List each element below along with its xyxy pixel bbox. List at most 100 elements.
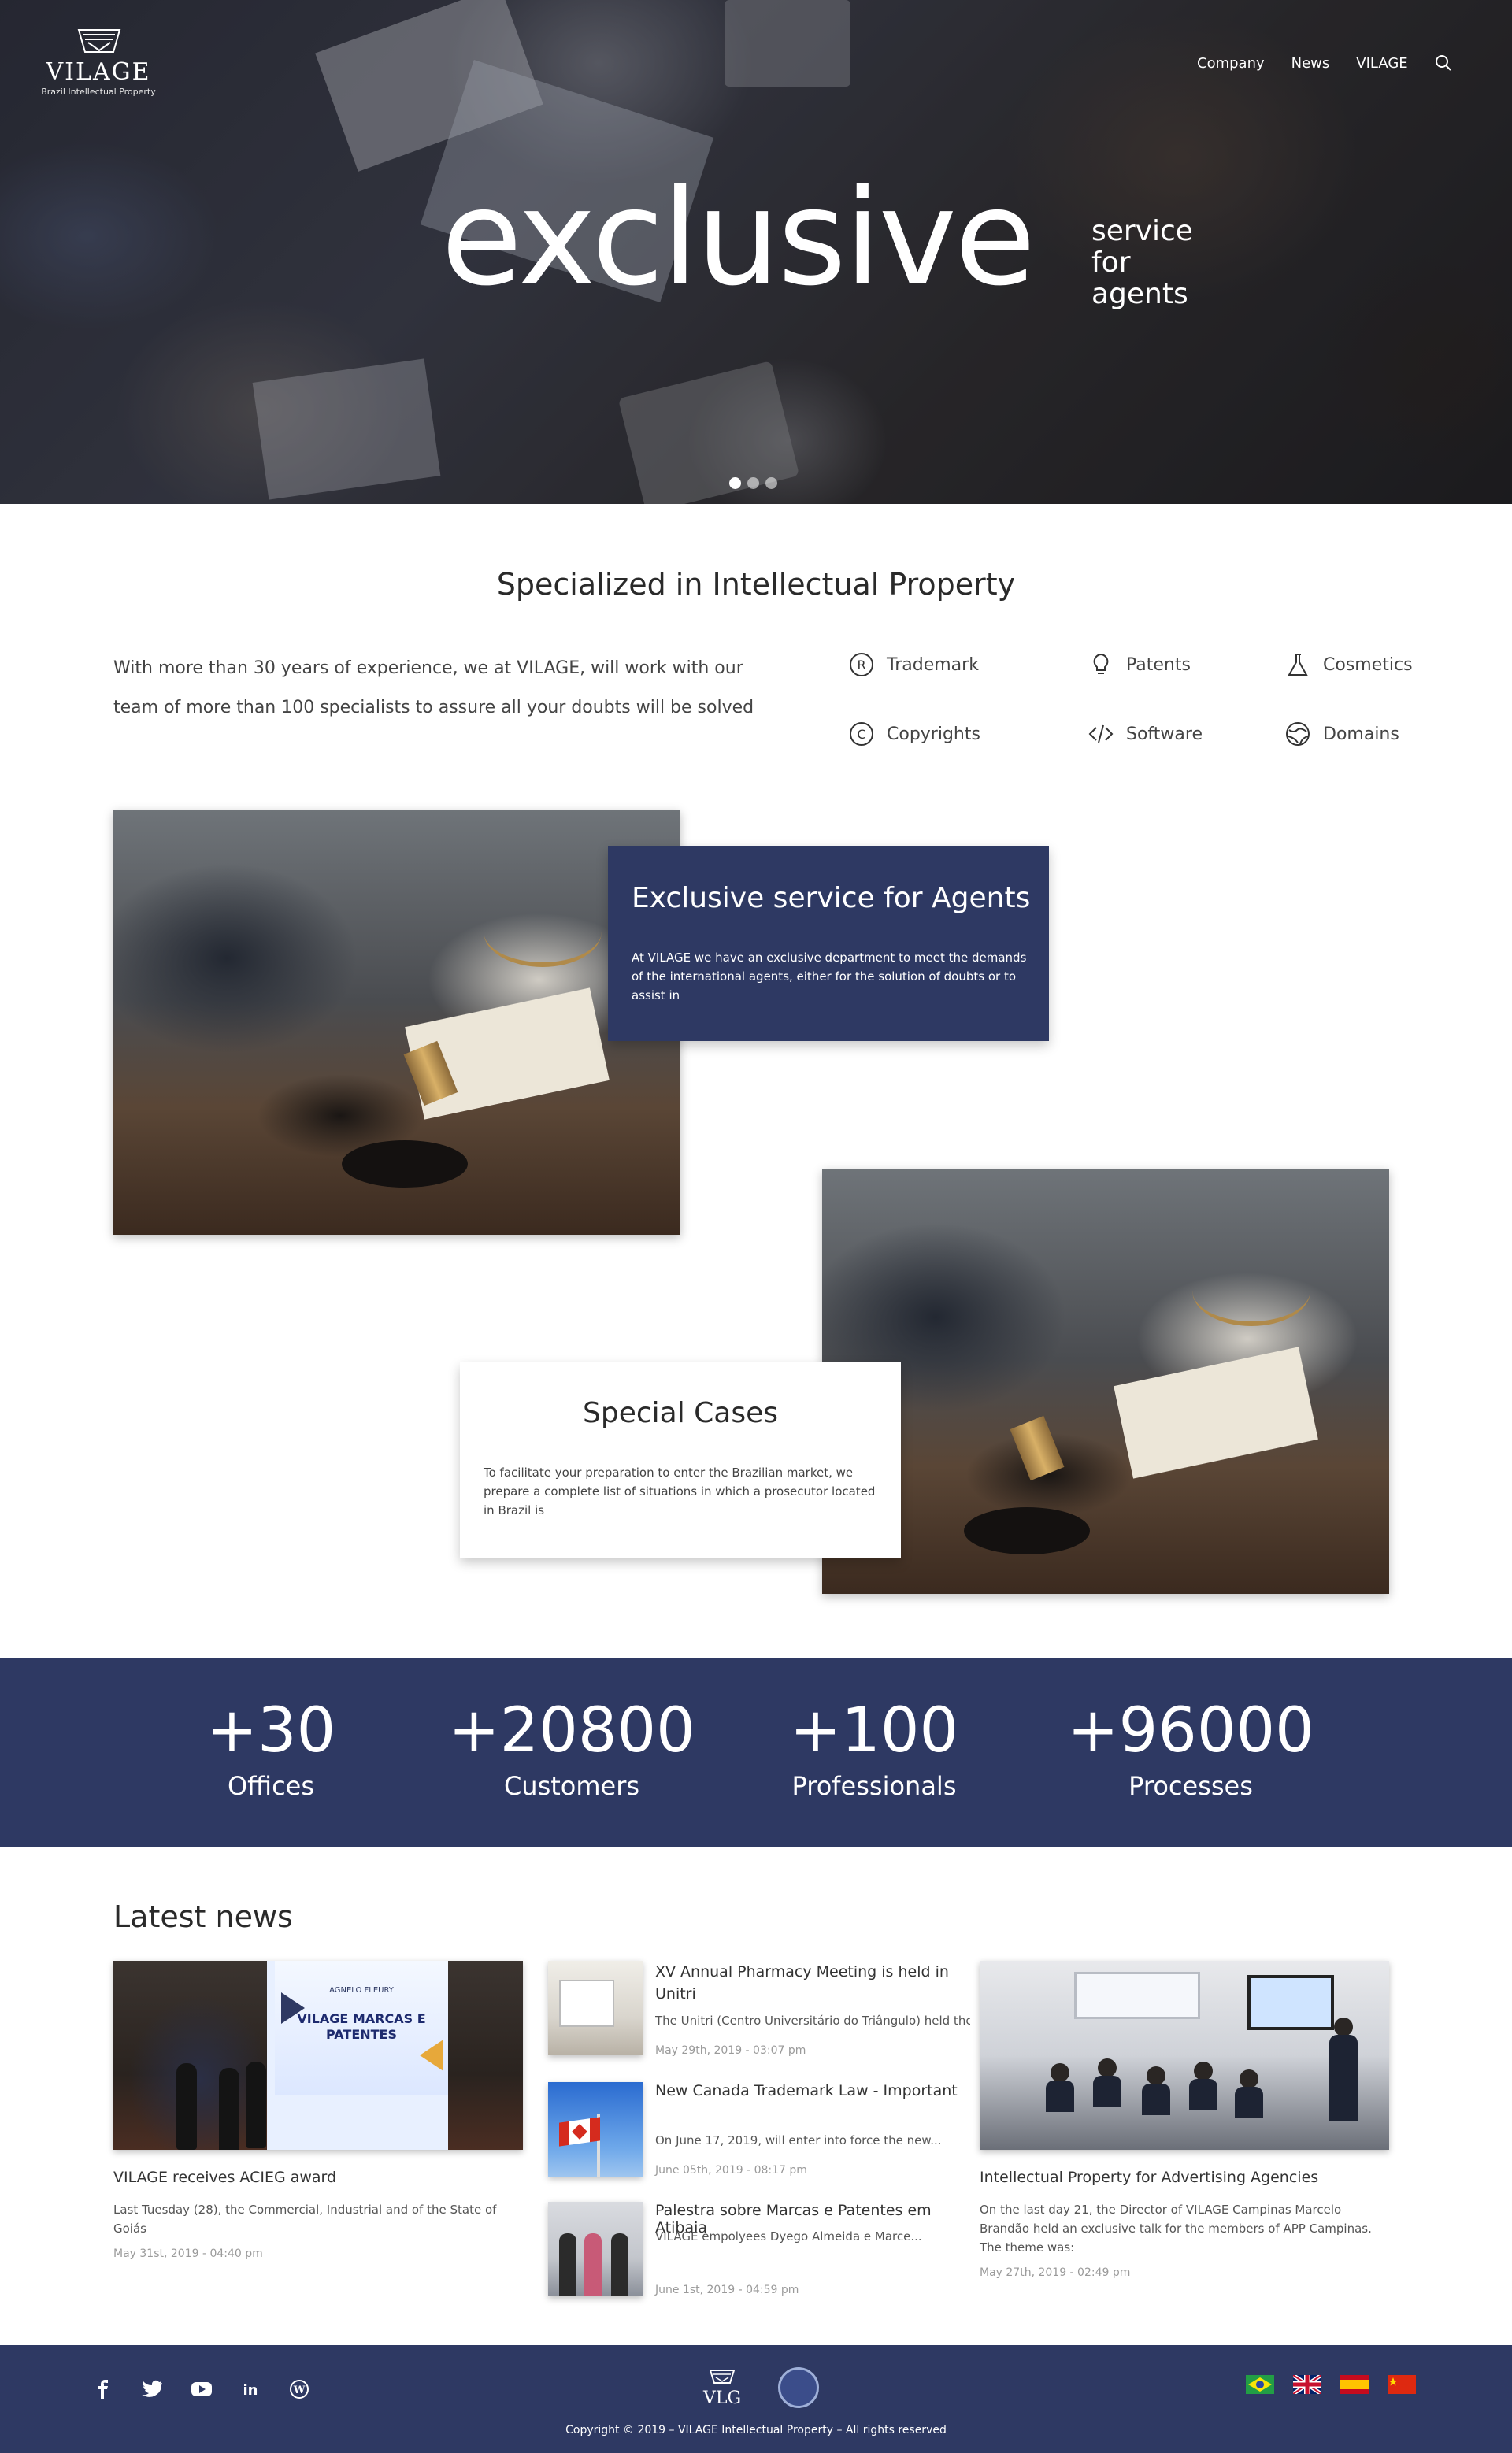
screen-decoration (420, 2040, 443, 2071)
person-silhouette (176, 2063, 197, 2150)
facebook-icon[interactable] (88, 2373, 120, 2405)
copyright-icon: C (847, 720, 876, 748)
news-date-canada: June 05th, 2019 - 08:17 pm (655, 2164, 807, 2177)
globe-icon (1284, 720, 1312, 748)
footer-logo-icon[interactable]: VLG (691, 2369, 753, 2408)
news-date-agencies: May 27th, 2019 - 02:49 pm (980, 2266, 1131, 2279)
code-icon (1087, 720, 1115, 748)
twitter-icon[interactable] (137, 2373, 169, 2405)
specialized-title: Specialized in Intellectual Property (496, 567, 1016, 602)
nav-vilage[interactable]: VILAGE (1356, 55, 1407, 72)
stat-label: Customers (503, 1771, 640, 1801)
service-label: Patents (1126, 654, 1191, 675)
news-thumb-canada[interactable] (548, 2082, 643, 2177)
site-footer: in W VLG Copyright © 2019 – VILAGE Intel… (0, 2345, 1512, 2453)
slider-dots (729, 477, 784, 489)
audience-body (1046, 2081, 1074, 2112)
logo-mark-icon (77, 29, 121, 53)
service-patents[interactable]: Patents (1087, 650, 1191, 679)
news-caption-agencies[interactable]: Intellectual Property for Advertising Ag… (980, 2169, 1389, 2186)
spain-flag-icon[interactable] (1340, 2375, 1369, 2394)
service-label: Copyrights (887, 724, 980, 744)
stats-banner: +30 Offices +20800 Customers +100 Profes… (0, 1658, 1512, 1847)
news-thumb-pharmacy[interactable] (548, 1961, 643, 2055)
youtube-icon[interactable] (186, 2373, 217, 2405)
news-thumb-palestra[interactable] (548, 2202, 643, 2296)
nav-company[interactable]: Company (1197, 55, 1265, 72)
service-software[interactable]: Software (1087, 720, 1203, 748)
thumb-slide (559, 1980, 614, 2027)
stat-professionals: +100 Professionals (740, 1693, 1008, 1802)
stat-value: +20800 (448, 1695, 695, 1766)
presenter-body (1329, 2035, 1358, 2121)
svg-text:C: C (857, 727, 865, 742)
audience-body (1093, 2076, 1121, 2107)
scale-of-justice (484, 896, 602, 967)
search-icon[interactable] (1435, 54, 1452, 72)
hero-subheadline-line: service (1091, 215, 1193, 247)
hero-banner: VILAGE Brazil Intellectual Property Comp… (0, 0, 1512, 504)
audience-body (1142, 2084, 1170, 2115)
audience-head (1194, 2062, 1213, 2081)
brazil-flag-icon[interactable] (1246, 2375, 1274, 2394)
uk-flag-icon[interactable] (1293, 2375, 1321, 2394)
service-cosmetics[interactable]: Cosmetics (1284, 650, 1413, 679)
stat-value: +30 (206, 1695, 336, 1766)
slider-dot[interactable] (765, 477, 777, 489)
special-cases-card-text: To facilitate your preparation to enter … (484, 1466, 876, 1517)
china-flag-icon[interactable] (1388, 2375, 1416, 2394)
linkedin-icon[interactable]: in (235, 2373, 266, 2405)
specialized-text: With more than 30 years of experience, w… (113, 658, 754, 717)
svg-text:in: in (243, 2382, 258, 2399)
agents-card-title: Exclusive service for Agents (632, 882, 1031, 914)
slider-dot[interactable] (729, 477, 741, 489)
hero-subheadline: service for agents (1091, 216, 1249, 310)
news-excerpt-pharmacy: The Unitri (Centro Universitário do Triâ… (655, 2014, 970, 2028)
window-shape (1074, 1972, 1200, 2019)
slider-dot[interactable] (747, 477, 759, 489)
news-title-canada[interactable]: New Canada Trademark Law - Important (655, 2082, 970, 2099)
service-label: Software (1126, 724, 1203, 744)
news-excerpt-agencies: On the last day 21, the Director of VILA… (980, 2203, 1372, 2255)
gavel-base (342, 1140, 468, 1188)
svg-text:W: W (293, 2384, 306, 2396)
service-copyrights[interactable]: C Copyrights (847, 720, 980, 748)
site-logo[interactable]: VILAGE Brazil Intellectual Property (32, 28, 165, 99)
hero-subheadline-line: agents (1091, 278, 1188, 310)
stat-customers: +20800 Customers (438, 1693, 706, 1802)
logo-brand: VILAGE (46, 58, 151, 86)
person-silhouette (611, 2233, 628, 2296)
agents-photo (113, 810, 680, 1235)
wordpress-icon[interactable]: W (284, 2373, 315, 2405)
stat-label: Offices (227, 1771, 315, 1801)
language-flags (1246, 2375, 1435, 2394)
special-cases-card[interactable]: Special Cases To facilitate your prepara… (460, 1362, 901, 1558)
service-label: Cosmetics (1323, 654, 1413, 675)
news-date-palestra: June 1st, 2019 - 04:59 pm (655, 2284, 799, 2296)
news-date-acieg: May 31st, 2019 - 04:40 pm (113, 2247, 263, 2260)
gavel-band (1010, 1415, 1065, 1481)
agents-card[interactable]: Exclusive service for Agents At VILAGE w… (608, 846, 1049, 1041)
footer-logo-text: VLG (702, 2388, 741, 2408)
social-links: in W (88, 2373, 332, 2405)
screen-small-text: AGNELO FLEURY (329, 1986, 394, 1995)
registered-icon: R (847, 650, 876, 679)
person-silhouette (246, 2062, 266, 2148)
gavel-base (964, 1507, 1090, 1554)
stat-value: +100 (789, 1695, 959, 1766)
iso-seal-icon (778, 2367, 819, 2408)
news-caption-acieg[interactable]: VILAGE receives ACIEG award (113, 2169, 523, 2186)
news-image-acieg[interactable]: AGNELO FLEURY VILAGE MARCAS E PATENTES (113, 1961, 523, 2150)
nav-news[interactable]: News (1292, 55, 1330, 72)
hero-subheadline-line: for (1091, 246, 1131, 279)
stat-offices: +30 Offices (137, 1693, 405, 1802)
audience-body (1235, 2087, 1263, 2118)
audience-head (1098, 2058, 1117, 2077)
service-trademark[interactable]: R Trademark (847, 650, 979, 679)
service-domains[interactable]: Domains (1284, 720, 1399, 748)
news-image-agencies[interactable] (980, 1961, 1389, 2150)
special-cases-card-title: Special Cases (582, 1397, 778, 1429)
stat-label: Professionals (791, 1771, 957, 1801)
news-title-pharmacy[interactable]: XV Annual Pharmacy Meeting is held in Un… (655, 1961, 970, 2005)
presenter-head (1334, 2018, 1353, 2036)
